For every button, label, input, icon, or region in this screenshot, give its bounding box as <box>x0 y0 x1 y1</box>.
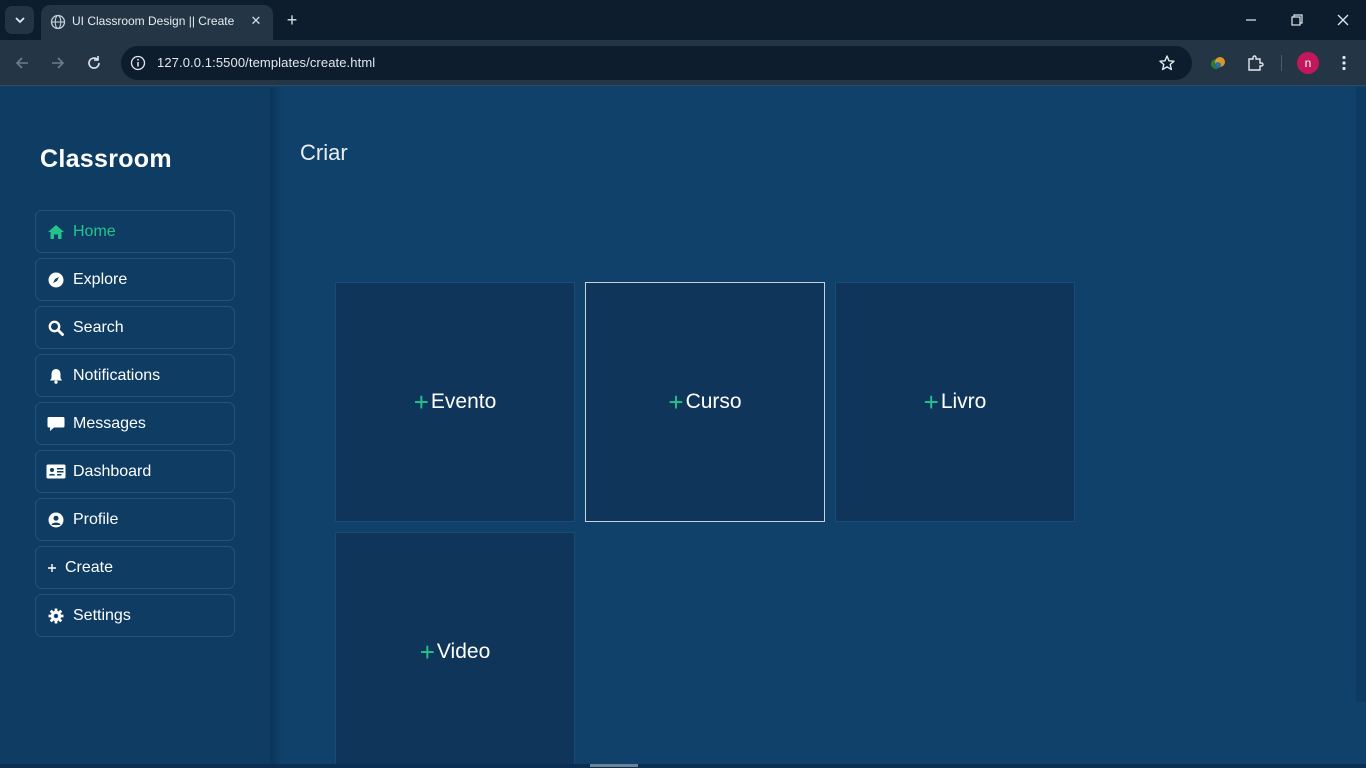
vertical-scrollbar[interactable] <box>1356 87 1366 702</box>
extension-colorful-icon[interactable] <box>1208 53 1228 73</box>
create-curso-card[interactable]: + Curso <box>585 282 825 522</box>
globe-icon <box>50 14 66 30</box>
close-icon <box>1337 14 1349 26</box>
create-video-card[interactable]: + Video <box>335 532 575 768</box>
site-info-icon[interactable] <box>130 55 146 71</box>
plus-icon: + <box>413 387 429 417</box>
id-card-icon <box>46 462 66 482</box>
plus-icon: + <box>923 387 939 417</box>
horizontal-scrollbar-track <box>0 764 1366 768</box>
minimize-button[interactable] <box>1241 10 1261 30</box>
bookmark-star-icon[interactable] <box>1158 54 1176 72</box>
puzzle-extensions-icon[interactable] <box>1245 53 1265 73</box>
sidebar-item-profile[interactable]: Profile <box>35 498 235 541</box>
message-icon <box>46 414 66 434</box>
card-label: Video <box>436 640 491 663</box>
plus-icon: + <box>419 637 435 667</box>
browser-toolbar: 127.0.0.1:5500/templates/create.html n <box>0 40 1366 86</box>
restore-button[interactable] <box>1287 10 1307 30</box>
restore-icon <box>1291 14 1303 26</box>
search-icon <box>46 318 66 338</box>
new-tab-button[interactable]: + <box>282 10 302 30</box>
sidebar-item-label: Settings <box>73 606 131 624</box>
toolbar-separator <box>1281 55 1282 71</box>
user-circle-icon <box>46 510 66 530</box>
sidebar-item-label: Home <box>73 222 116 240</box>
home-icon <box>46 222 66 242</box>
vertical-scrollbar-track <box>1356 702 1366 768</box>
reload-icon[interactable] <box>84 53 104 73</box>
sidebar-item-label: Profile <box>73 510 119 528</box>
gear-icon <box>46 606 66 626</box>
more-vert-icon[interactable] <box>1334 53 1354 73</box>
create-evento-card[interactable]: + Evento <box>335 282 575 522</box>
browser-tab[interactable]: UI Classroom Design || Create ✕ <box>41 5 273 40</box>
bell-icon <box>46 366 66 386</box>
sidebar-item-dashboard[interactable]: Dashboard <box>35 450 235 493</box>
horizontal-scrollbar-thumb[interactable] <box>590 764 638 767</box>
chevron-down-icon <box>14 17 25 24</box>
browser-tab-strip: UI Classroom Design || Create ✕ + <box>0 0 1366 40</box>
sidebar-item-label: Messages <box>73 414 146 432</box>
sidebar-item-label: Create <box>65 558 114 576</box>
sidebar-item-notifications[interactable]: Notifications <box>35 354 235 397</box>
page-title: Criar <box>300 140 348 165</box>
brand-title: Classroom <box>40 145 172 173</box>
sidebar-item-search[interactable]: Search <box>35 306 235 349</box>
sidebar-item-settings[interactable]: Settings <box>35 594 235 637</box>
card-label: Curso <box>685 390 742 413</box>
sidebar-item-home[interactable]: Home <box>35 210 235 253</box>
tab-search-button[interactable] <box>5 6 34 34</box>
plus-icon: + <box>668 387 684 417</box>
sidebar-item-explore[interactable]: Explore <box>35 258 235 301</box>
sidebar-item-label: Notifications <box>73 366 161 384</box>
url-text[interactable]: 127.0.0.1:5500/templates/create.html <box>157 55 375 70</box>
create-livro-card[interactable]: + Livro <box>835 282 1075 522</box>
page-viewport: Classroom Home Explore Search Notificati… <box>0 87 1366 768</box>
back-arrow-icon[interactable] <box>12 53 32 73</box>
sidebar: Classroom Home Explore Search Notificati… <box>0 87 270 768</box>
plus-icon <box>46 558 58 578</box>
sidebar-item-create[interactable]: Create <box>35 546 235 589</box>
address-bar[interactable]: 127.0.0.1:5500/templates/create.html <box>121 46 1192 80</box>
minimize-icon <box>1246 19 1256 21</box>
forward-arrow-icon[interactable] <box>48 53 68 73</box>
card-label: Livro <box>940 390 987 413</box>
close-tab-icon[interactable]: ✕ <box>248 13 264 29</box>
sidebar-item-label: Search <box>73 318 124 336</box>
sidebar-divider <box>270 87 282 768</box>
sidebar-item-label: Dashboard <box>73 462 152 480</box>
compass-icon <box>46 270 66 290</box>
close-window-button[interactable] <box>1333 10 1353 30</box>
card-label: Evento <box>430 390 497 413</box>
tab-title: UI Classroom Design || Create <box>72 14 235 28</box>
profile-avatar[interactable]: n <box>1297 52 1319 74</box>
sidebar-item-label: Explore <box>73 270 128 288</box>
sidebar-item-messages[interactable]: Messages <box>35 402 235 445</box>
